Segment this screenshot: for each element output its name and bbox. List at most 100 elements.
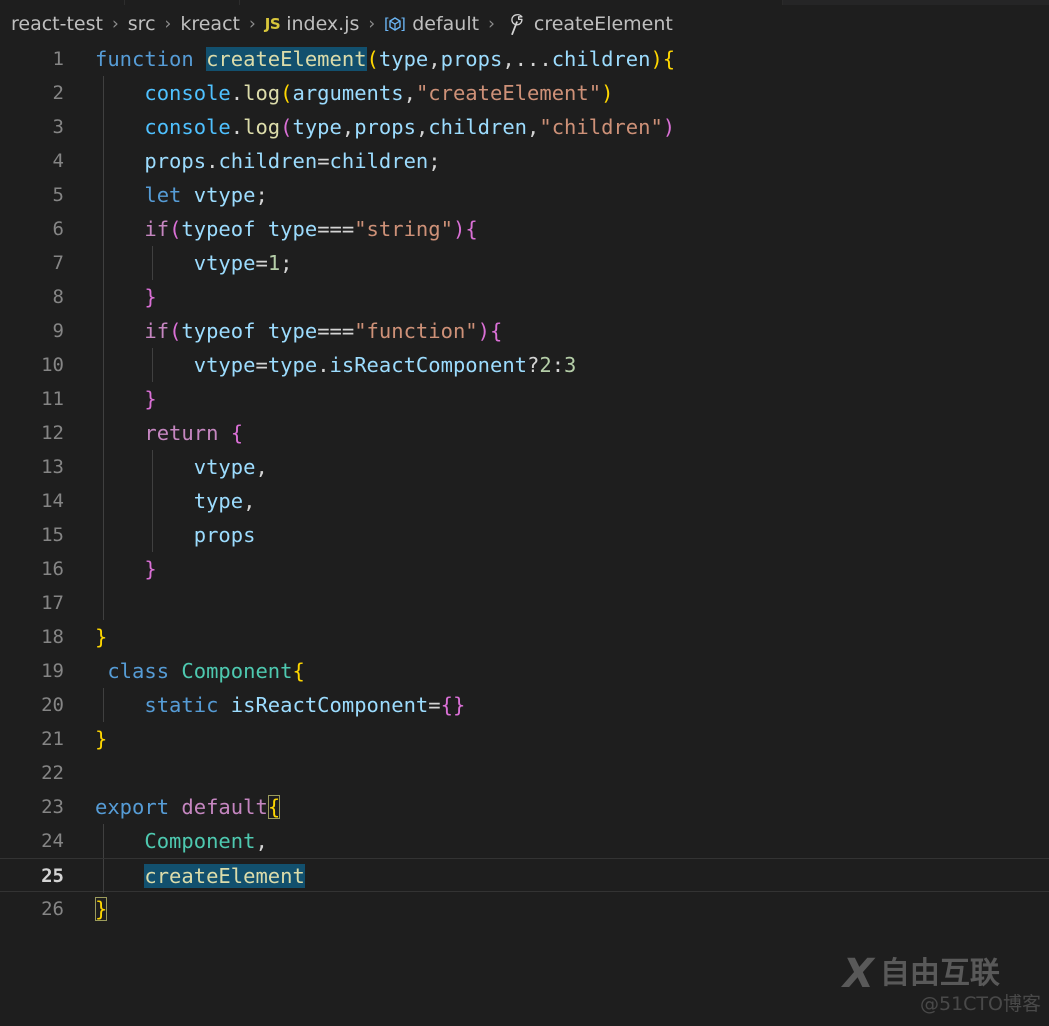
code-line[interactable]: 15 props [0,518,1049,552]
code-line[interactable]: 21} [0,722,1049,756]
code-line[interactable]: 13 vtype, [0,450,1049,484]
code-line-content: console.log(type,props,children,"childre… [95,110,675,144]
code-token: if [144,319,170,343]
code-token: return [144,421,219,445]
code-token: } [144,557,157,581]
line-number: 14 [41,490,64,512]
code-line[interactable]: 11 } [0,382,1049,416]
breadcrumb[interactable]: react-test › src › kreact › JS index.js › [] defau… [0,5,1049,42]
code-token: type [267,217,318,241]
code-line-active[interactable]: 25 createElement [0,858,1049,893]
line-number: 6 [52,218,64,240]
breadcrumb-item-createelement[interactable]: createElement [502,13,675,35]
code-token: , [403,81,416,105]
code-editor[interactable]: 1 function createElement(type,props,...ch… [0,42,1049,1026]
code-line[interactable]: 16 } [0,552,1049,586]
code-token: , [502,47,515,71]
code-line[interactable]: 22 [0,756,1049,790]
code-token: props [354,115,416,139]
code-token: = [428,693,441,717]
breadcrumb-item-kreact[interactable]: kreact [178,13,242,35]
breadcrumb-item-default[interactable]: [] default [382,13,481,35]
code-token: ; [255,183,268,207]
code-line[interactable]: 19 class Component{ [0,654,1049,688]
code-token: isReactComponent [230,693,429,717]
code-token: children [428,115,528,139]
code-token: vtype [193,455,256,479]
code-line[interactable]: 20 static isReactComponent={} [0,688,1049,722]
code-line[interactable]: 24 Component, [0,824,1049,858]
code-token: } [144,285,157,309]
code-token: isReactComponent [329,353,528,377]
line-number: 1 [52,48,64,70]
code-line[interactable]: 3 console.log(type,props,children,"child… [0,110,1049,144]
code-token: children [329,149,429,173]
code-line[interactable]: 26} [0,892,1049,926]
code-token: props [193,523,256,547]
code-line[interactable]: 4 props.children=children; [0,144,1049,178]
code-line-content: props.children=children; [95,144,440,178]
code-token: log [243,115,281,139]
line-number: 5 [52,184,64,206]
code-token: type [378,47,429,71]
breadcrumb-separator: › [111,13,119,34]
code-token: 1 [267,251,281,275]
module-symbol-icon: [] [384,14,406,34]
code-line[interactable]: 14 type, [0,484,1049,518]
code-token: children [218,149,318,173]
code-token: , [243,489,256,513]
breadcrumb-item-label: src [127,12,156,35]
code-line[interactable]: 1 function createElement(type,props,...ch… [0,42,1049,76]
code-line[interactable]: 17 [0,586,1049,620]
breadcrumb-item-label: createElement [533,12,673,35]
wrench-method-icon [504,13,528,35]
code-token: ( [280,81,293,105]
code-token: . [206,149,219,173]
code-line-content: } [95,382,156,416]
code-line-content: } [95,892,108,926]
code-line[interactable]: 7 vtype=1; [0,246,1049,280]
code-token: , [428,47,441,71]
code-line-content: } [95,552,157,586]
code-line[interactable]: 6 if(typeof type==="string"){ [0,212,1049,246]
line-number: 24 [41,830,64,852]
code-token: type [267,353,318,377]
code-token: { [489,319,503,343]
code-token: ? [527,353,540,377]
code-line[interactable]: 18} [0,620,1049,654]
code-line[interactable]: 10 vtype=type.isReactComponent?2:3 [0,348,1049,382]
code-token: { [292,659,305,683]
code-token: ( [169,319,182,343]
code-token: default [181,795,268,819]
code-token: } [95,897,108,921]
breadcrumb-item-src[interactable]: src [126,13,158,35]
line-number: 3 [52,116,64,138]
code-token: ) [452,217,466,241]
code-line[interactable]: 2 console.log(arguments,"createElement") [0,76,1049,110]
breadcrumb-item-react-test[interactable]: react-test [9,13,105,35]
code-line[interactable]: 8 } [0,280,1049,314]
code-token: ... [514,47,552,71]
line-number: 16 [41,558,64,580]
code-token: . [317,353,330,377]
code-token: static [144,693,219,717]
code-token: { [230,421,244,445]
code-line[interactable]: 5 let vtype; [0,178,1049,212]
code-token: 2 [539,353,552,377]
code-token: { [465,217,478,241]
code-token: console [144,81,231,105]
code-token: , [255,455,268,479]
code-line[interactable]: 9 if(typeof type==="function"){ [0,314,1049,348]
line-number: 21 [41,728,64,750]
code-line[interactable]: 12 return { [0,416,1049,450]
code-token: { [267,795,281,819]
code-line[interactable]: 23 export default{ [0,790,1049,824]
code-token: Component [144,829,256,853]
breadcrumb-item-index-js[interactable]: JS index.js [263,13,362,35]
